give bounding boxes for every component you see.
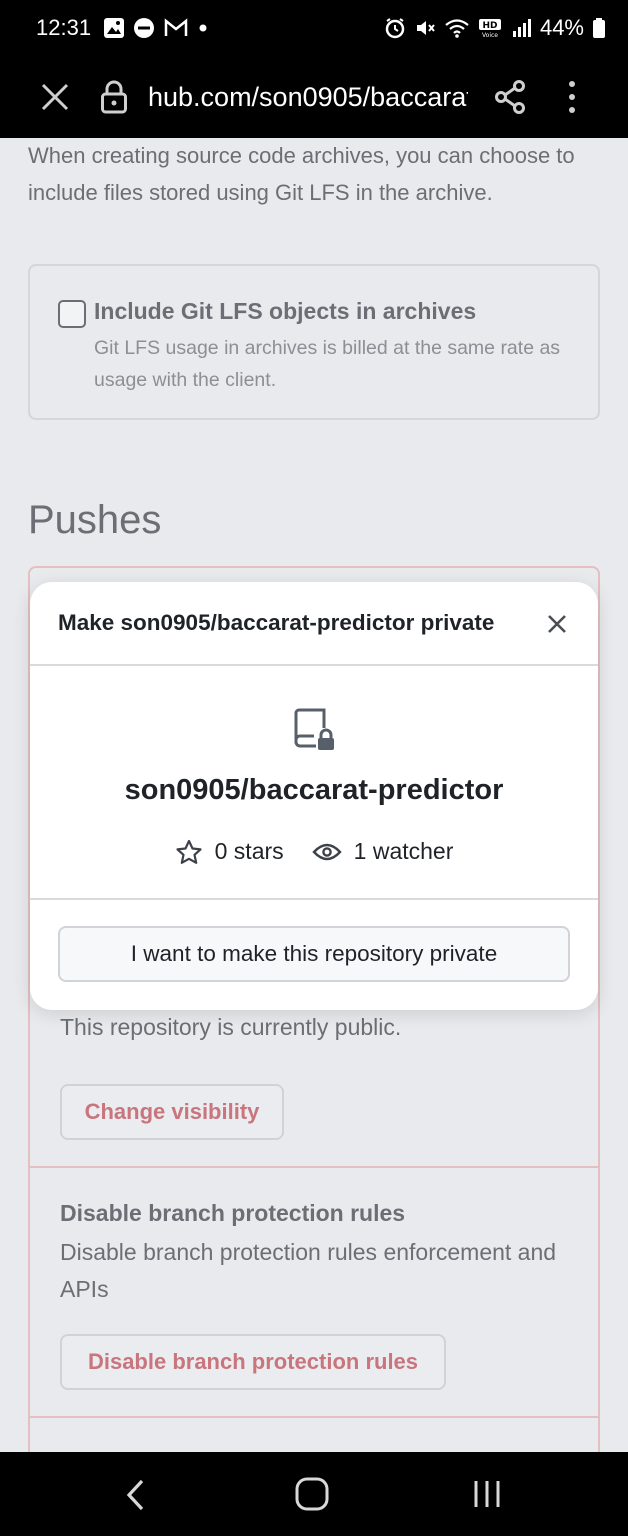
watchers-stat: 1 watcher xyxy=(312,838,454,865)
make-private-dialog: Make son0905/baccarat-predictor private … xyxy=(30,582,598,1010)
lfs-description: When creating source code archives, you … xyxy=(28,143,575,205)
battery-icon xyxy=(593,18,605,38)
dialog-title: Make son0905/baccarat-predictor private xyxy=(58,610,495,635)
url-bar[interactable]: hub.com/son0905/baccarat-predictor/setti… xyxy=(148,82,468,113)
status-right-icons: HD Voice 44% xyxy=(384,15,606,41)
svg-text:HD: HD xyxy=(482,21,497,31)
mute-icon xyxy=(416,21,435,35)
branch-protection-title: Disable branch protection rules xyxy=(60,1200,406,1226)
recent-apps-icon[interactable] xyxy=(470,1478,504,1510)
more-menu-icon[interactable] xyxy=(560,78,584,116)
private-repo-icon xyxy=(294,708,334,750)
divider xyxy=(30,1166,598,1168)
repo-name: son0905/baccarat-predictor xyxy=(124,774,504,806)
status-left-icons xyxy=(103,17,209,39)
disable-branch-protection-button[interactable]: Disable branch protection rules xyxy=(60,1334,446,1390)
browser-toolbar: hub.com/son0905/baccarat-predictor/setti… xyxy=(0,56,628,138)
gmail-icon xyxy=(164,18,188,36)
lfs-option-box: Include Git LFS objects in archives Git … xyxy=(28,264,600,420)
watchers-count: 1 watcher xyxy=(353,838,454,864)
home-icon[interactable] xyxy=(294,1476,330,1512)
share-icon[interactable] xyxy=(494,80,526,114)
battery-percent: 44% xyxy=(539,15,584,40)
svg-text:Voice: Voice xyxy=(482,32,498,39)
dot-icon xyxy=(199,24,207,32)
system-nav-bar xyxy=(0,1452,628,1536)
dnd-icon xyxy=(134,18,155,38)
divider xyxy=(30,898,598,900)
close-icon[interactable] xyxy=(546,613,568,635)
pushes-heading: Pushes xyxy=(28,498,162,542)
visibility-status-text: This repository is currently public. xyxy=(60,1014,402,1040)
change-visibility-button[interactable]: Change visibility xyxy=(60,1084,284,1140)
hd-voice-icon: HD Voice xyxy=(478,19,501,39)
wifi-icon xyxy=(445,19,469,38)
confirm-make-private-button[interactable]: I want to make this repository private xyxy=(58,926,570,982)
eye-icon xyxy=(312,843,342,860)
alarm-icon xyxy=(385,18,405,39)
stars-count: 0 stars xyxy=(214,838,284,864)
signal-icon xyxy=(512,19,531,37)
status-time: 12:31 xyxy=(36,15,92,40)
status-bar: 12:31 HD Voice 44% xyxy=(0,0,628,56)
back-icon[interactable] xyxy=(124,1478,148,1512)
star-icon xyxy=(176,839,202,864)
stars-stat: 0 stars xyxy=(175,838,284,865)
image-icon xyxy=(104,18,125,38)
lock-icon[interactable] xyxy=(100,80,128,114)
repo-stats: 0 stars 1 watcher xyxy=(30,838,598,865)
dialog-header: Make son0905/baccarat-predictor private xyxy=(30,582,598,666)
branch-protection-description: Disable branch protection rules enforcem… xyxy=(60,1239,557,1302)
divider xyxy=(30,1416,598,1418)
close-tab-icon[interactable] xyxy=(40,82,70,112)
lfs-checkbox-label[interactable]: Include Git LFS objects in archives xyxy=(94,298,476,325)
lfs-checkbox-note: Git LFS usage in archives is billed at t… xyxy=(94,337,561,391)
lfs-checkbox[interactable] xyxy=(58,300,86,328)
